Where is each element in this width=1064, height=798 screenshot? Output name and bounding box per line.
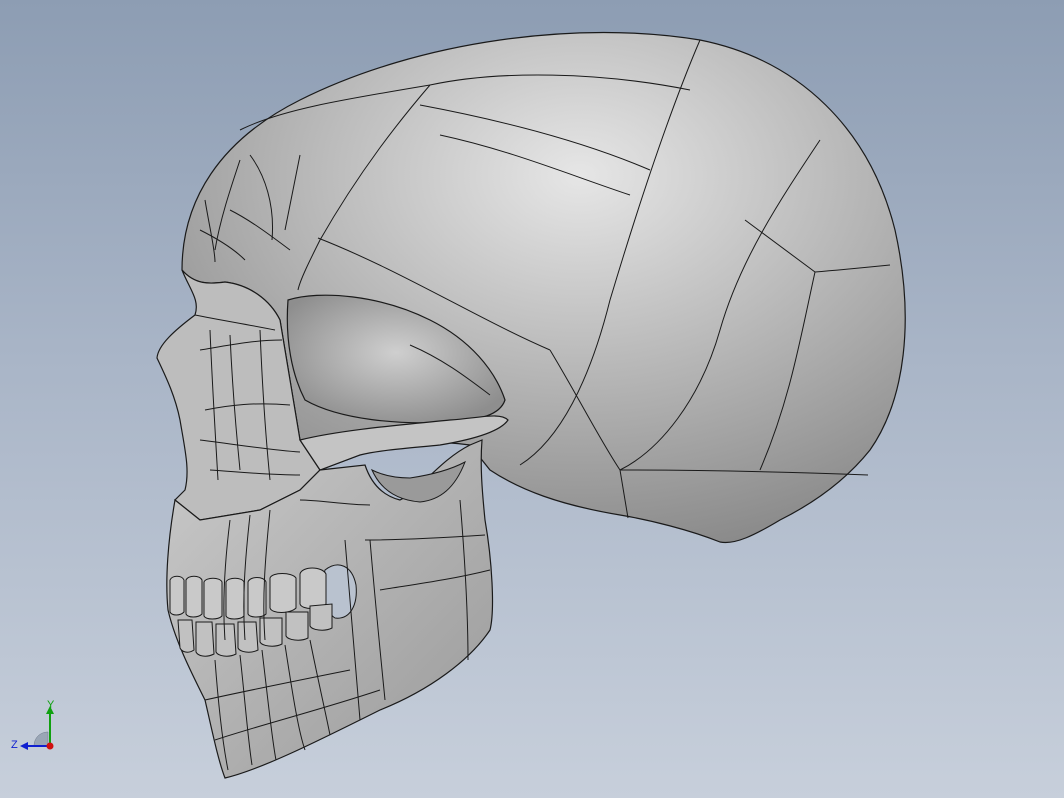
graphics-viewport[interactable]: Y Z — [0, 0, 1064, 798]
y-axis-label: Y — [47, 699, 55, 711]
skull-model[interactable] — [0, 0, 1064, 798]
triad-base-icon — [33, 731, 49, 747]
x-axis-point-icon — [46, 742, 54, 750]
coordinate-triad: Y Z — [11, 699, 55, 751]
z-axis-label: Z — [11, 739, 18, 751]
